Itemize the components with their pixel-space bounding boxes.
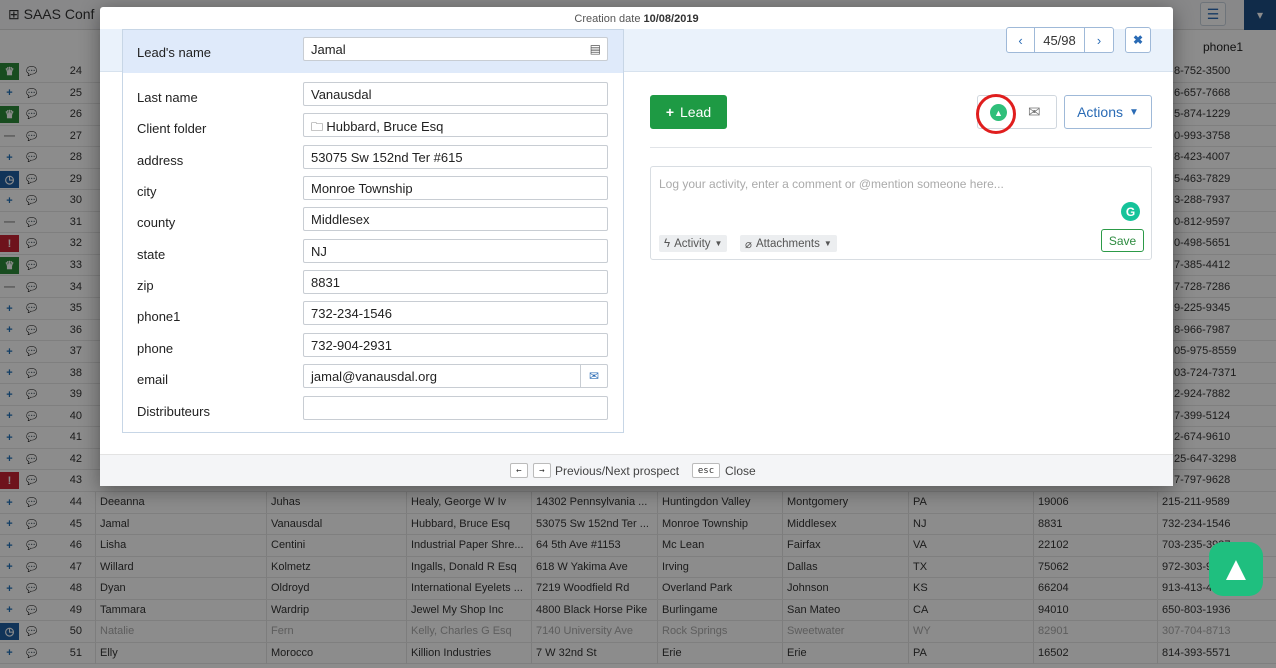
field-input[interactable]: Vanausdal: [303, 82, 608, 106]
prev-next-hint: Previous/Next prospect: [555, 464, 680, 478]
field-label: phone1: [137, 309, 181, 324]
field-label: Distributeurs: [137, 404, 210, 419]
field-address: address 53075 Sw 152nd Ter #615: [123, 145, 623, 171]
field-input[interactable]: 732-904-2931: [303, 333, 608, 357]
folder-icon: 🗀: [311, 120, 327, 134]
field-value: 8831: [311, 275, 340, 290]
field-distributeurs: Distributeurs: [123, 396, 623, 422]
pager-count: 45/98: [1035, 28, 1085, 52]
app-launcher-icon[interactable]: ▲: [1209, 542, 1263, 596]
field-zip: zip 8831: [123, 270, 623, 296]
field-label: Last name: [137, 90, 198, 105]
lead-modal: Creation date 10/08/2019 ‹ 45/98 › ✖ Lea…: [100, 7, 1173, 486]
field-input[interactable]: 732-234-1546: [303, 301, 608, 325]
field-input[interactable]: 8831: [303, 270, 608, 294]
grammarly-icon[interactable]: G: [1121, 202, 1140, 221]
field-phone1: phone1 732-234-1546: [123, 301, 623, 327]
field-value: 732-904-2931: [311, 338, 392, 353]
field-value: 732-234-1546: [311, 306, 392, 321]
caret-down-icon: ▼: [714, 239, 723, 248]
field-last-name: Last name Vanausdal: [123, 82, 623, 108]
attachments-dropdown[interactable]: ⌀ Attachments ▼: [740, 235, 837, 252]
modal-footer: ← → Previous/Next prospect esc Close: [100, 454, 1173, 486]
bolt-icon: ϟ: [664, 237, 671, 250]
next-button[interactable]: ›: [1085, 28, 1113, 52]
field-value: Hubbard, Bruce Esq: [326, 119, 444, 134]
plus-icon: +: [665, 104, 675, 120]
field-input[interactable]: [303, 396, 608, 420]
mail-icon[interactable]: ✉: [580, 365, 607, 387]
field-label: email: [137, 372, 169, 387]
close-hint[interactable]: Close: [725, 464, 756, 478]
divider: [650, 147, 1152, 148]
field-input[interactable]: NJ: [303, 239, 608, 263]
field-value: Vanausdal: [311, 87, 372, 102]
save-button[interactable]: Save: [1101, 229, 1144, 252]
field-value: jamal@vanausdal.org: [311, 369, 437, 384]
field-input[interactable]: Middlesex: [303, 207, 608, 231]
field-email: email jamal@vanausdal.org ✉: [123, 364, 623, 390]
field-value: 53075 Sw 152nd Ter #615: [311, 150, 463, 165]
pager-group: ‹ 45/98 ›: [1006, 27, 1114, 53]
lead-form: Lead's name Jamal ▤ Last name Vanausdal Clien…: [122, 29, 624, 433]
field-phone: phone 732-904-2931: [123, 333, 623, 359]
close-button[interactable]: ✖: [1125, 27, 1151, 53]
activity-dropdown[interactable]: ϟ Activity ▼: [659, 235, 728, 252]
highlight-circle: [976, 94, 1016, 134]
field-lead-s-name: Lead's name Jamal ▤: [123, 37, 623, 63]
field-label: phone: [137, 341, 174, 356]
field-value: Jamal: [311, 42, 346, 57]
field-label: city: [137, 184, 157, 199]
mail-icon[interactable]: ✉: [1028, 103, 1041, 121]
actions-button[interactable]: Actions ▼: [1064, 95, 1152, 129]
paperclip-icon: ⌀: [745, 238, 752, 251]
caret-down-icon: ▼: [1129, 106, 1139, 118]
creation-date: Creation date 10/08/2019: [574, 13, 699, 25]
field-label: zip: [137, 278, 154, 293]
activity-input[interactable]: Log your activity, enter a comment or @m…: [659, 177, 1004, 191]
field-value: Monroe Township: [311, 181, 413, 196]
field-label: Client folder: [137, 121, 207, 136]
field-label: state: [137, 247, 166, 262]
prev-button[interactable]: ‹: [1007, 28, 1035, 52]
field-value: NJ: [311, 244, 327, 259]
key-left: ←: [510, 463, 528, 478]
caret-down-icon: ▼: [823, 239, 832, 248]
key-right: →: [533, 463, 551, 478]
field-label: county: [137, 215, 176, 230]
activity-editor[interactable]: Log your activity, enter a comment or @m…: [650, 166, 1152, 260]
field-input[interactable]: Monroe Township: [303, 176, 608, 200]
field-label: Lead's name: [137, 45, 212, 60]
field-value: Middlesex: [311, 212, 370, 227]
add-lead-button[interactable]: + Lead: [650, 95, 727, 129]
field-city: city Monroe Township: [123, 176, 623, 202]
field-input[interactable]: 🗀 Hubbard, Bruce Esq: [303, 113, 608, 137]
field-input[interactable]: Jamal ▤: [303, 37, 608, 61]
key-esc: esc: [692, 463, 720, 478]
field-client-folder: Client folder 🗀 Hubbard, Bruce Esq: [123, 113, 623, 139]
id-card-icon[interactable]: ▤: [590, 42, 601, 56]
field-county: county Middlesex: [123, 207, 623, 233]
field-state: state NJ: [123, 239, 623, 265]
field-label: address: [137, 153, 184, 168]
field-input[interactable]: 53075 Sw 152nd Ter #615: [303, 145, 608, 169]
field-input[interactable]: jamal@vanausdal.org ✉: [303, 364, 608, 388]
